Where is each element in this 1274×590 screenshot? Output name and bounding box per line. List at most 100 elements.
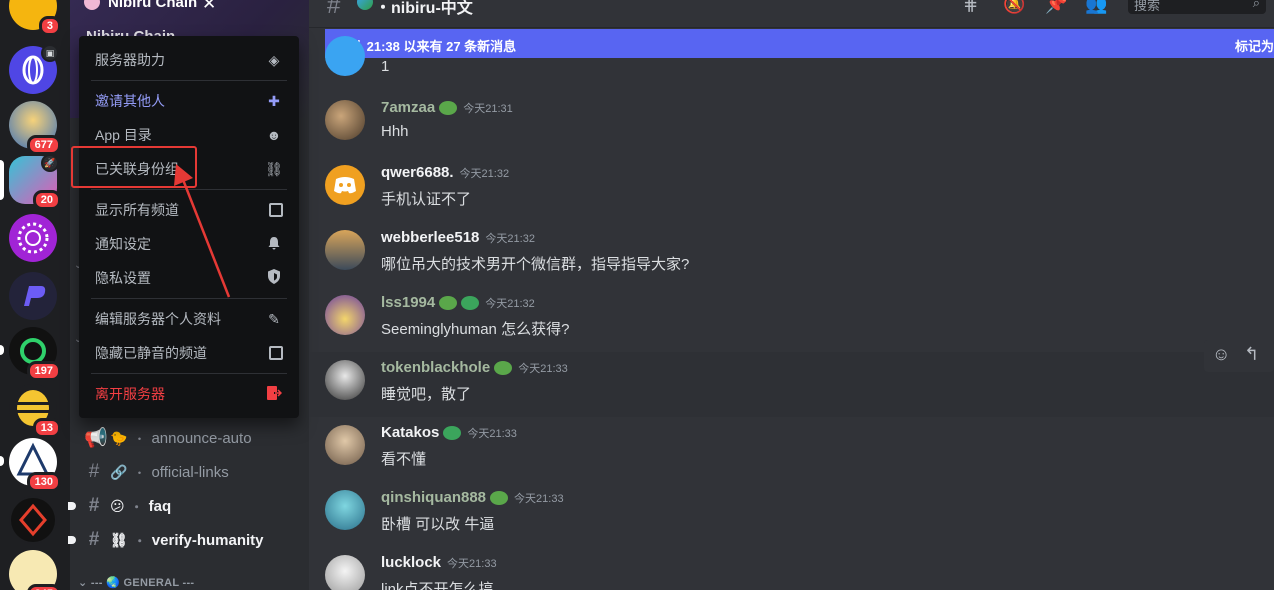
unread-badge: 197 xyxy=(26,361,61,381)
channel-announce-auto[interactable]: 📢 🐤 ・ announce-auto xyxy=(84,424,304,452)
hash-icon: # xyxy=(88,529,100,550)
pin-icon[interactable]: 📌 xyxy=(1045,0,1067,15)
channel-name: official-links xyxy=(151,463,229,481)
leave-door-icon xyxy=(265,385,283,404)
hash-icon: # xyxy=(88,495,100,516)
server-icon-o-green[interactable]: 197 xyxy=(0,327,61,381)
search-placeholder: 搜索 xyxy=(1134,0,1161,13)
menu-item-label: 离开服务器 xyxy=(95,386,165,402)
separator-dot: ・ xyxy=(133,431,146,446)
separator-dot: ・ xyxy=(130,499,143,514)
avatar[interactable] xyxy=(325,165,365,205)
server-icon-orange[interactable] xyxy=(9,496,57,544)
message-text: 卧槽 可以改 牛逼 xyxy=(381,516,495,533)
username[interactable]: lss1994 xyxy=(381,294,435,311)
channel-name: faq xyxy=(148,497,172,515)
channel-title: ・nibiru-中文 xyxy=(375,0,473,17)
username[interactable]: qinshiquan888 xyxy=(381,489,486,506)
mute-bell-icon[interactable]: 🔕 xyxy=(1003,0,1025,15)
chain-emoji: ⛓ xyxy=(110,531,128,548)
confused-emoji: 😕 xyxy=(110,497,125,514)
separator-dot: ・ xyxy=(133,533,146,548)
avatar[interactable] xyxy=(325,425,365,465)
unread-dot xyxy=(68,536,76,544)
message-text: 哪位吊大的技术男开个微信群，指导指导大家? xyxy=(381,256,690,273)
username[interactable]: tokenblackhole xyxy=(381,359,490,376)
avatar[interactable] xyxy=(325,230,365,270)
username-row: Katakos 今天21:33 xyxy=(381,424,517,441)
message: Katakos 今天21:33 看不懂 xyxy=(309,417,1274,482)
username[interactable]: webberlee518 xyxy=(381,229,479,246)
members-icon[interactable]: 👥 xyxy=(1085,0,1107,15)
avatar[interactable] xyxy=(325,360,365,400)
avatar[interactable] xyxy=(325,555,365,590)
menu-item-label: 隐藏已静音的频道 xyxy=(95,345,207,361)
category-label: --- 🌏 GENERAL --- xyxy=(90,577,195,589)
message: tokenblackhole 今天21:33 睡觉吧，散了 xyxy=(309,352,1274,417)
message-text: 1 xyxy=(381,58,390,75)
pepe-badge-icon xyxy=(490,490,509,505)
link-emoji: 🔗 xyxy=(110,463,128,480)
add-reaction-icon[interactable]: ☺ xyxy=(1212,344,1230,365)
menu-item-leave-server[interactable]: 离开服务器 xyxy=(87,379,291,409)
search-icon: ⌕ xyxy=(1252,0,1260,10)
timestamp: 今天21:33 xyxy=(514,492,564,505)
message-text: 看不懂 xyxy=(381,451,427,468)
timestamp: 今天21:33 xyxy=(447,557,497,570)
message: lss1994 今天21:32 Seeminglyhuman 怎么获得? xyxy=(309,287,1274,352)
username-row: lucklock 今天21:33 xyxy=(381,554,497,571)
avatar[interactable] xyxy=(325,100,365,140)
username[interactable]: 7amzaa xyxy=(381,99,435,116)
orange-logo-icon xyxy=(11,498,55,542)
server-icon-triangle[interactable]: 130 xyxy=(0,438,61,492)
username-row: 7amzaa 今天21:31 xyxy=(381,99,513,116)
hash-icon: # xyxy=(327,0,341,19)
chevron-down-icon: ⌄ xyxy=(78,577,91,589)
channel-verify-humanity[interactable]: # ⛓ ・ verify-humanity xyxy=(68,526,304,554)
username[interactable]: lucklock xyxy=(381,554,441,571)
unread-badge: 245 xyxy=(26,584,61,590)
pepe-badge-icon xyxy=(439,100,458,115)
username-row: tokenblackhole 今天21:33 xyxy=(381,359,568,376)
message-text: Hhh xyxy=(381,123,409,140)
message: 1 xyxy=(309,36,1274,78)
channel-name: announce-auto xyxy=(151,429,252,447)
unread-dot xyxy=(68,502,76,510)
server-icon-avatar[interactable]: 245 xyxy=(9,550,61,590)
avatar[interactable] xyxy=(325,36,365,76)
unread-badge: 13 xyxy=(32,418,61,438)
arrow-annotation xyxy=(174,164,231,298)
clover-badge-icon xyxy=(461,295,480,310)
message-text: link点不开怎么搞 xyxy=(381,581,494,590)
avatar[interactable] xyxy=(325,490,365,530)
channel-official-links[interactable]: # 🔗 ・ official-links xyxy=(84,458,304,486)
globe-emoji xyxy=(357,0,373,10)
username-row: qwer6688. 今天21:32 xyxy=(381,164,509,181)
reply-icon[interactable]: ↰ xyxy=(1244,344,1259,365)
unread-pill xyxy=(0,456,4,466)
server-icon-bee[interactable]: 13 xyxy=(9,384,61,438)
timestamp: 今天21:33 xyxy=(518,362,568,375)
message-text: 手机认证不了 xyxy=(381,191,472,208)
message: qwer6688. 今天21:32 手机认证不了 xyxy=(309,157,1274,222)
menu-item-hide-muted-channels[interactable]: 隐藏已静音的频道 xyxy=(87,338,291,368)
unread-pill xyxy=(0,345,4,355)
hash-icon: # xyxy=(88,461,100,482)
search-input[interactable]: 搜索 ⌕ xyxy=(1128,0,1266,14)
checkbox[interactable] xyxy=(269,346,283,360)
avatar[interactable] xyxy=(325,295,365,335)
discord-logo-icon xyxy=(334,177,356,194)
clover-badge-icon xyxy=(443,425,462,440)
channel-faq[interactable]: # 😕 ・ faq xyxy=(68,492,304,520)
pepe-badge-icon xyxy=(494,360,513,375)
message: lucklock 今天21:33 link点不开怎么搞 xyxy=(309,547,1274,590)
message: 7amzaa 今天21:31 Hhh xyxy=(309,92,1274,157)
menu-divider xyxy=(91,373,287,374)
username[interactable]: Katakos xyxy=(381,424,439,441)
chick-emoji: 🐤 xyxy=(110,429,128,446)
category-general[interactable]: ⌄ --- 🌏 GENERAL --- xyxy=(78,576,194,589)
separator-dot: ・ xyxy=(133,465,146,480)
username[interactable]: qwer6688. xyxy=(381,164,454,181)
channel-header: # ・nibiru-中文 ⋕ 🔕 📌 👥 搜索 ⌕ xyxy=(309,0,1274,28)
threads-icon[interactable]: ⋕ xyxy=(963,0,978,15)
